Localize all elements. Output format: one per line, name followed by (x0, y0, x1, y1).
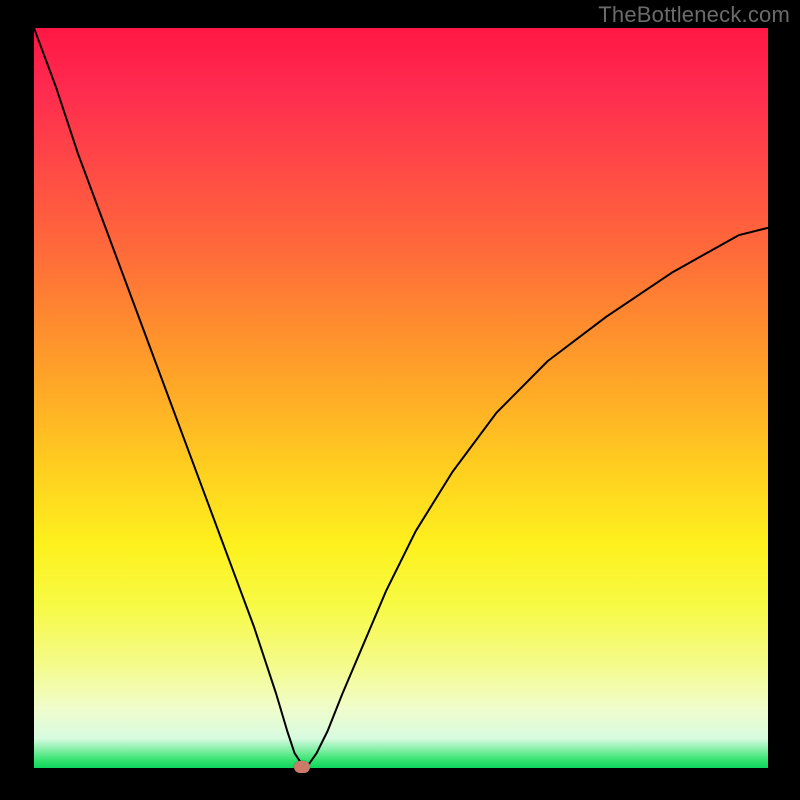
optimal-point-marker (294, 761, 310, 773)
chart-frame: TheBottleneck.com (0, 0, 800, 800)
plot-area (34, 28, 768, 768)
curve-svg (34, 28, 768, 768)
bottleneck-curve-line (34, 28, 768, 764)
watermark-text: TheBottleneck.com (598, 2, 790, 28)
